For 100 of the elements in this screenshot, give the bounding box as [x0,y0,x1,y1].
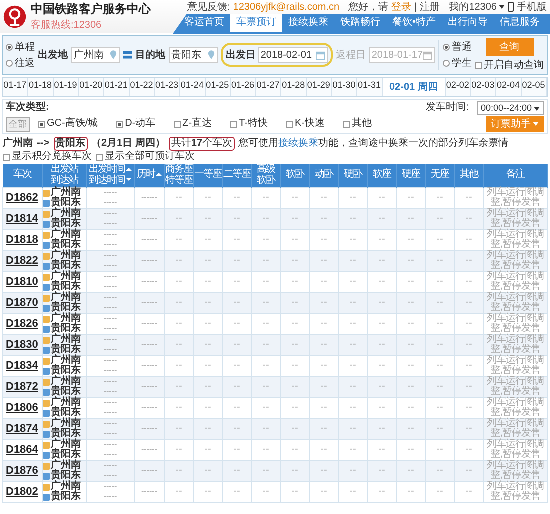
column-header[interactable]: 硬座 [396,164,426,188]
auto-query-checkbox[interactable]: 开启自动查询 [475,58,544,72]
duration-text: ------ [142,445,158,454]
column-header[interactable]: 出发站 到达站 [42,164,86,188]
column-header[interactable]: 软卧 [280,164,310,188]
date-tab[interactable]: 02-02 [446,78,471,96]
seat-availability-text: -- [292,255,298,266]
date-tab[interactable]: 02-03 [471,78,496,96]
column-header[interactable]: 硬卧 [338,164,368,188]
trip-type-radio[interactable]: 往返 [6,56,35,70]
nav-tab[interactable]: 车票预订 [230,14,282,32]
register-link[interactable]: 注册 [420,0,440,14]
seat-availability-text: -- [292,381,298,392]
remark-text: 列车运行图调整,暂停发售 [486,209,545,229]
from-field[interactable]: 广州南 [71,47,120,63]
column-header[interactable]: 高级 软卧 [252,164,280,188]
seat-availability-text: -- [350,339,356,350]
seat-availability-text: -- [466,486,472,497]
seat-availability-text: -- [292,192,298,203]
seat-availability-text: -- [262,339,270,350]
date-tab[interactable]: 02-01 周四 [382,78,446,96]
nav-tab[interactable]: 客运首页 [178,14,230,32]
column-header[interactable]: 一等座 [194,164,222,188]
date-tab[interactable]: 01-26 [230,78,256,96]
nav-tab[interactable]: 出行向导 [442,14,494,32]
date-tab[interactable]: 01-19 [54,78,79,96]
column-header[interactable]: 备注 [484,164,548,188]
seat-availability-text: -- [378,318,386,329]
date-tab[interactable]: 01-30 [332,78,358,96]
column-header[interactable]: 车次 [2,164,42,188]
trip-type-radio[interactable]: 单程 [6,40,35,54]
arrive-time-text: ----- [102,282,118,292]
to-station-text: 贵阳东 [51,408,81,418]
train-type-checkbox[interactable]: Z-直达 [174,118,212,130]
nav-tab[interactable]: 接续换乘 [282,14,334,32]
arrive-time-text: ----- [102,324,118,334]
seat-availability-text: -- [234,297,240,308]
mobile-link[interactable]: 手机版 [517,0,547,14]
train-type-checkbox[interactable]: 其他 [343,118,372,130]
date-tab[interactable]: 01-28 [281,78,307,96]
date-tab[interactable]: 01-25 [206,78,231,96]
train-type-checkbox[interactable]: GC-高铁/城 [38,118,98,130]
display-option-checkbox[interactable]: 显示积分兑换车次 [3,151,92,163]
seat-availability-text: -- [408,297,414,308]
nav-tab[interactable]: 铁路畅行 [334,14,386,32]
date-tab[interactable]: 01-31 [357,78,383,96]
nav-tab[interactable]: 餐饮•特产 [386,14,442,32]
date-tab[interactable]: 01-21 [104,78,130,96]
train-type-checkbox[interactable]: K-快速 [286,118,326,130]
end-station-icon [43,388,50,396]
seat-availability-text: -- [408,402,414,413]
seat-availability-text: -- [378,381,386,392]
depart-time-select[interactable]: 00:00--24:00 [476,101,544,115]
date-tab[interactable]: 01-17 [3,78,28,96]
date-tab[interactable]: 01-27 [256,78,282,96]
from-station-text: 广州南 [51,209,81,219]
column-header[interactable]: 软座 [368,164,396,188]
seat-availability-text: -- [292,423,298,434]
depart-time-text: ----- [102,419,118,429]
start-station-icon [43,420,50,428]
date-tab[interactable]: 01-29 [306,78,332,96]
passenger-type-radio[interactable]: 普通 [443,40,472,54]
seat-availability-text: -- [234,318,240,329]
train-type-checkbox[interactable]: D-动车 [116,118,156,130]
to-field[interactable]: 贵阳东 [168,47,218,63]
seat-availability-text: -- [176,444,182,455]
date-tab[interactable]: 01-24 [180,78,206,96]
transfer-link[interactable]: 接续换乘 [278,138,319,149]
seat-availability-text: -- [176,213,182,224]
column-header[interactable]: 出发时间 到达时间 [86,164,134,188]
seat-availability-text: -- [234,360,240,371]
passenger-type-radio[interactable]: 学生 [443,56,472,70]
seat-availability-text: -- [176,486,182,497]
to-station-text: 贵阳东 [51,345,81,355]
date-tab[interactable]: 02-05 [522,78,547,96]
date-tab[interactable]: 01-20 [78,78,104,96]
remark-text: 列车运行图调整,暂停发售 [486,314,545,334]
date-tab[interactable]: 02-04 [496,78,522,96]
seat-availability-text: -- [436,486,444,497]
date-tab[interactable]: 01-23 [154,78,180,96]
column-header[interactable]: 二等座 [222,164,252,188]
arrive-time-text: ----- [102,261,118,271]
start-station-icon [43,210,50,218]
seat-availability-text: -- [234,339,240,350]
column-header[interactable]: 历时 [134,164,164,188]
column-header[interactable]: 动卧 [310,164,338,188]
date-tab[interactable]: 01-22 [130,78,155,96]
column-header[interactable]: 商务座 特等座 [164,164,194,188]
display-option-checkbox[interactable]: 显示全部可预订车次 [96,151,195,163]
nav-tab[interactable]: 信息服务 [494,14,546,32]
train-type-checkbox[interactable]: T-特快 [230,118,268,130]
seat-availability-text: -- [204,318,212,329]
depart-date-field[interactable]: 2018-02-01 [258,47,328,63]
account-menu[interactable]: 我的12306 [449,0,505,14]
column-header[interactable]: 其他 [454,164,484,188]
date-tab[interactable]: 01-18 [28,78,54,96]
seat-availability-text: -- [408,192,414,203]
seat-availability-text: -- [292,486,298,497]
seat-availability-text: -- [262,255,270,266]
column-header[interactable]: 无座 [426,164,454,188]
